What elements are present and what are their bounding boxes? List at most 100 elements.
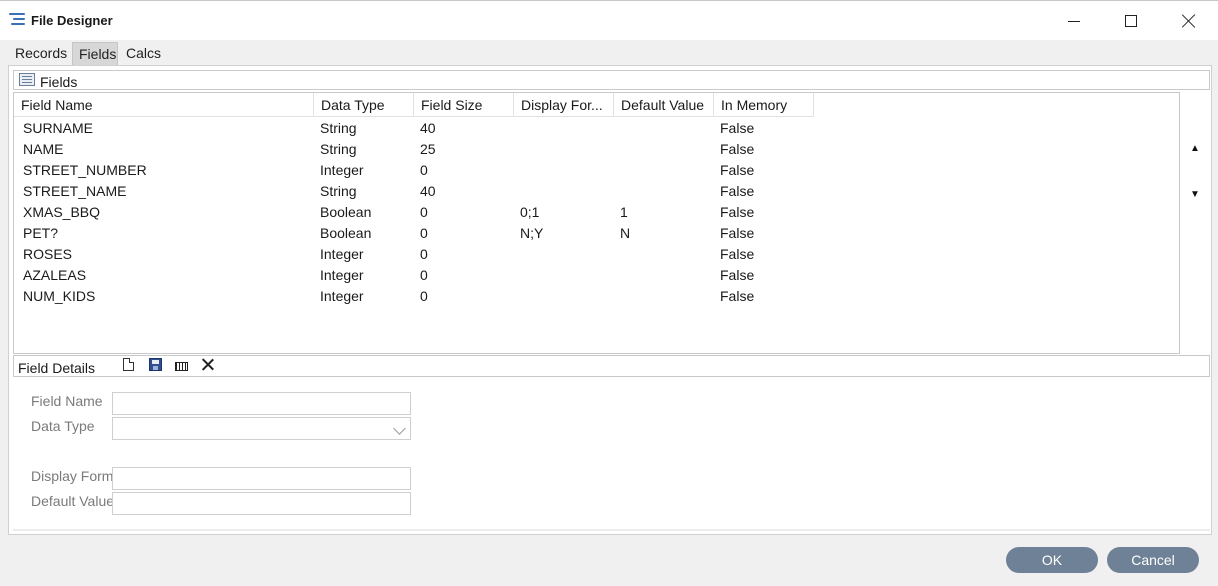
cell-in-memory: False <box>720 141 755 157</box>
field-details-label: Field Details <box>18 360 96 376</box>
cell-in-memory: False <box>720 204 755 220</box>
save-icon[interactable] <box>149 358 162 371</box>
fields-group-header: Fields <box>13 70 1210 90</box>
move-up-arrow-icon[interactable]: ▲ <box>1190 144 1200 154</box>
table-row[interactable]: NAME String 25 False <box>14 139 814 160</box>
minimize-button[interactable] <box>1045 1 1103 41</box>
app-lines-icon <box>9 13 25 27</box>
edit-icon[interactable] <box>175 362 188 371</box>
fields-group-label: Fields <box>40 74 78 90</box>
table-row[interactable]: XMAS_BBQ Boolean 0 0;1 1 False <box>14 202 814 223</box>
cell-data-type: Boolean <box>320 225 372 241</box>
cell-display-format: 0;1 <box>520 204 540 220</box>
cell-default-value <box>614 286 714 307</box>
table-row[interactable]: NUM_KIDS Integer 0 False <box>14 286 814 307</box>
cell-field-size: 0 <box>420 288 428 304</box>
cell-default-value <box>614 181 714 202</box>
maximize-icon <box>1125 15 1137 27</box>
cell-field-name: NAME <box>23 141 64 157</box>
cell-field-size: 0 <box>420 225 428 241</box>
cell-in-memory: False <box>720 267 755 283</box>
cell-data-type: String <box>320 183 357 199</box>
chevron-down-icon <box>393 422 406 435</box>
cell-display-format <box>514 265 614 286</box>
column-header-field-name[interactable]: Field Name <box>14 93 314 117</box>
cell-in-memory: False <box>720 120 755 136</box>
cell-default-value: N <box>620 225 631 241</box>
cell-display-format <box>514 181 614 202</box>
column-header-data-type[interactable]: Data Type <box>314 93 414 117</box>
fields-table[interactable]: Field Name Data Type Field Size Display … <box>13 92 1180 354</box>
fields-tab-content: Fields Field Name Data Type Field Size D… <box>8 65 1212 535</box>
column-header-in-memory[interactable]: In Memory <box>714 93 814 117</box>
table-row[interactable]: STREET_NUMBER Integer 0 False <box>14 160 814 181</box>
cell-default-value <box>614 139 714 160</box>
title-bar: File Designer <box>0 0 1218 40</box>
cell-field-size: 40 <box>420 120 436 136</box>
table-header: Field Name Data Type Field Size Display … <box>14 93 814 117</box>
maximize-button[interactable] <box>1102 1 1160 41</box>
field-name-input[interactable] <box>112 392 411 415</box>
column-header-field-size[interactable]: Field Size <box>414 93 514 117</box>
delete-icon[interactable] <box>201 358 214 371</box>
cell-data-type: Boolean <box>320 204 372 220</box>
table-row[interactable]: SURNAME String 40 False <box>14 118 814 139</box>
divider <box>13 529 1210 531</box>
table-body: SURNAME String 40 False NAME String 25 F… <box>14 118 814 307</box>
cell-default-value <box>614 244 714 265</box>
cell-field-size: 0 <box>420 204 428 220</box>
close-icon <box>1182 14 1196 28</box>
cell-field-name: ROSES <box>23 246 73 262</box>
tab-fields[interactable]: Fields <box>72 42 118 65</box>
cell-field-size: 0 <box>420 162 428 178</box>
move-down-arrow-icon[interactable]: ▼ <box>1190 190 1200 200</box>
cell-field-size: 40 <box>420 183 436 199</box>
cell-field-name: PET? <box>23 225 59 241</box>
cell-default-value: 1 <box>620 204 628 220</box>
cell-display-format: N;Y <box>520 225 544 241</box>
column-header-default-value[interactable]: Default Value <box>614 93 714 117</box>
table-row[interactable]: PET? Boolean 0 N;Y N False <box>14 223 814 244</box>
default-value-label: Default Value <box>31 493 112 509</box>
cell-field-name: NUM_KIDS <box>23 288 96 304</box>
cell-field-size: 0 <box>420 267 428 283</box>
cell-display-format <box>514 286 614 307</box>
cell-data-type: Integer <box>320 267 364 283</box>
data-type-label: Data Type <box>31 418 95 434</box>
table-row[interactable]: ROSES Integer 0 False <box>14 244 814 265</box>
table-row[interactable]: AZALEAS Integer 0 False <box>14 265 814 286</box>
cell-data-type: String <box>320 141 357 157</box>
cell-display-format <box>514 118 614 139</box>
cell-in-memory: False <box>720 225 755 241</box>
field-name-label: Field Name <box>31 393 103 409</box>
cell-data-type: Integer <box>320 246 364 262</box>
close-button[interactable] <box>1160 1 1218 41</box>
cell-in-memory: False <box>720 183 755 199</box>
cell-default-value <box>614 265 714 286</box>
default-value-input[interactable] <box>112 492 411 515</box>
cell-default-value <box>614 118 714 139</box>
display-format-label: Display Format <box>31 468 112 484</box>
cell-display-format <box>514 139 614 160</box>
new-document-icon[interactable] <box>123 358 134 371</box>
ok-button[interactable]: OK <box>1006 547 1098 573</box>
cell-field-size: 25 <box>420 141 436 157</box>
tab-calcs[interactable]: Calcs <box>120 42 166 65</box>
cell-field-name: XMAS_BBQ <box>23 204 101 220</box>
cell-data-type: String <box>320 120 357 136</box>
cell-display-format <box>514 244 614 265</box>
cell-field-name: SURNAME <box>23 120 94 136</box>
cell-field-name: STREET_NUMBER <box>23 162 147 178</box>
cell-field-size: 0 <box>420 246 428 262</box>
cell-field-name: AZALEAS <box>23 267 87 283</box>
cell-data-type: Integer <box>320 162 364 178</box>
cancel-button[interactable]: Cancel <box>1107 547 1199 573</box>
cell-in-memory: False <box>720 246 755 262</box>
data-type-dropdown[interactable] <box>112 417 411 440</box>
cell-default-value <box>614 160 714 181</box>
table-row[interactable]: STREET_NAME String 40 False <box>14 181 814 202</box>
display-format-input[interactable] <box>112 467 411 490</box>
tab-records[interactable]: Records <box>9 42 71 65</box>
column-header-display-format[interactable]: Display For... <box>514 93 614 117</box>
cell-display-format <box>514 160 614 181</box>
